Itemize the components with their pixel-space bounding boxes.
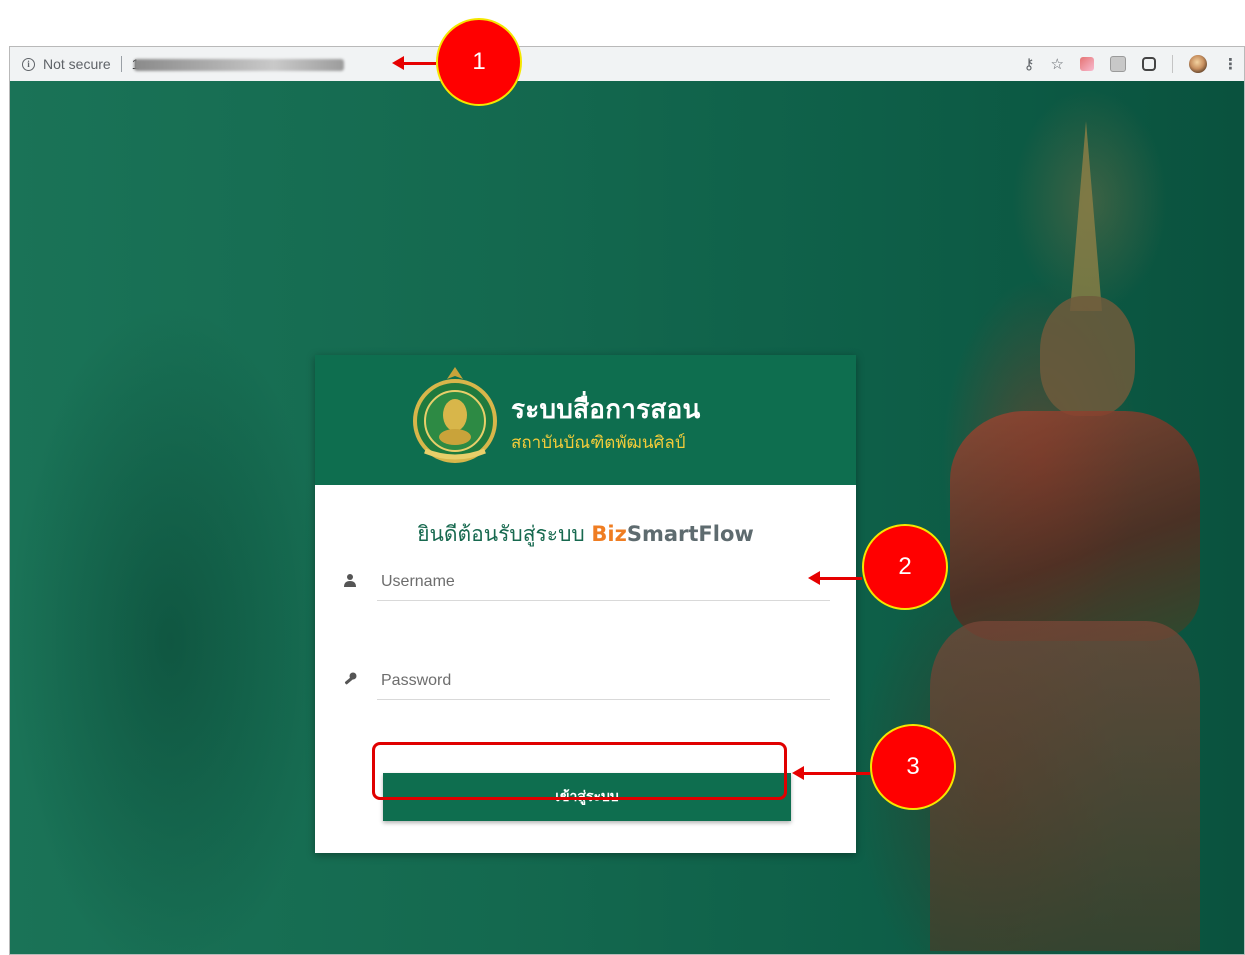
password-input[interactable] [377,662,830,700]
extension-icon[interactable] [1080,57,1094,71]
welcome-smartflow: SmartFlow [626,522,754,546]
toolbar-separator [1172,55,1173,73]
brand-title: ระบบสื่อการสอน [511,395,701,425]
wrench-icon [344,672,357,685]
screen-extension-icon[interactable] [1142,57,1156,71]
security-label: Not secure [43,56,111,72]
address-separator [120,56,122,72]
key-icon[interactable]: ⚷ [1024,55,1035,73]
callout-3-arrow [792,766,870,780]
star-icon[interactable]: ☆ [1051,55,1064,73]
page-background: ระบบสื่อการสอน สถาบันบัณฑิตพัฒนศิลป์ ยิน… [10,81,1244,954]
menu-icon[interactable]: ⋮ [1223,55,1238,73]
khon-dancer-image [890,121,1220,951]
username-field [343,563,830,603]
login-button-highlight [372,742,787,800]
costume-body [950,411,1200,641]
welcome-prefix: ยินดีต้อนรับสู่ระบบ [417,522,592,546]
callout-3-marker: 3 [870,724,956,810]
browser-toolbar: i Not secure 1 ⚷ ☆ ⋮ [10,47,1244,82]
brand-subtitle: สถาบันบัณฑิตพัฒนศิลป์ [511,433,686,453]
mask-head [1040,296,1135,416]
callout-2-marker: 2 [862,524,948,610]
callout-1-arrow [392,56,436,70]
card-header: ระบบสื่อการสอน สถาบันบัณฑิตพัฒนศิลป์ [315,355,856,485]
blurred-url [133,59,344,71]
info-icon[interactable]: i [22,57,35,71]
profile-avatar[interactable] [1189,55,1207,73]
pdf-extension-icon[interactable] [1110,56,1126,72]
institute-emblem-icon [413,367,497,463]
username-input[interactable] [377,563,830,601]
user-icon [344,574,356,587]
toolbar-icons: ⚷ ☆ ⋮ [1024,54,1238,74]
welcome-heading: ยินดีต้อนรับสู่ระบบ BizSmartFlow [315,518,856,551]
crown-spire [1070,121,1102,311]
welcome-biz: Biz [591,522,627,546]
costume-legs [930,621,1200,951]
browser-window: i Not secure 1 ⚷ ☆ ⋮ [9,46,1245,955]
password-field [343,662,830,702]
callout-2-arrow [808,571,862,585]
callout-1-marker: 1 [436,18,522,106]
